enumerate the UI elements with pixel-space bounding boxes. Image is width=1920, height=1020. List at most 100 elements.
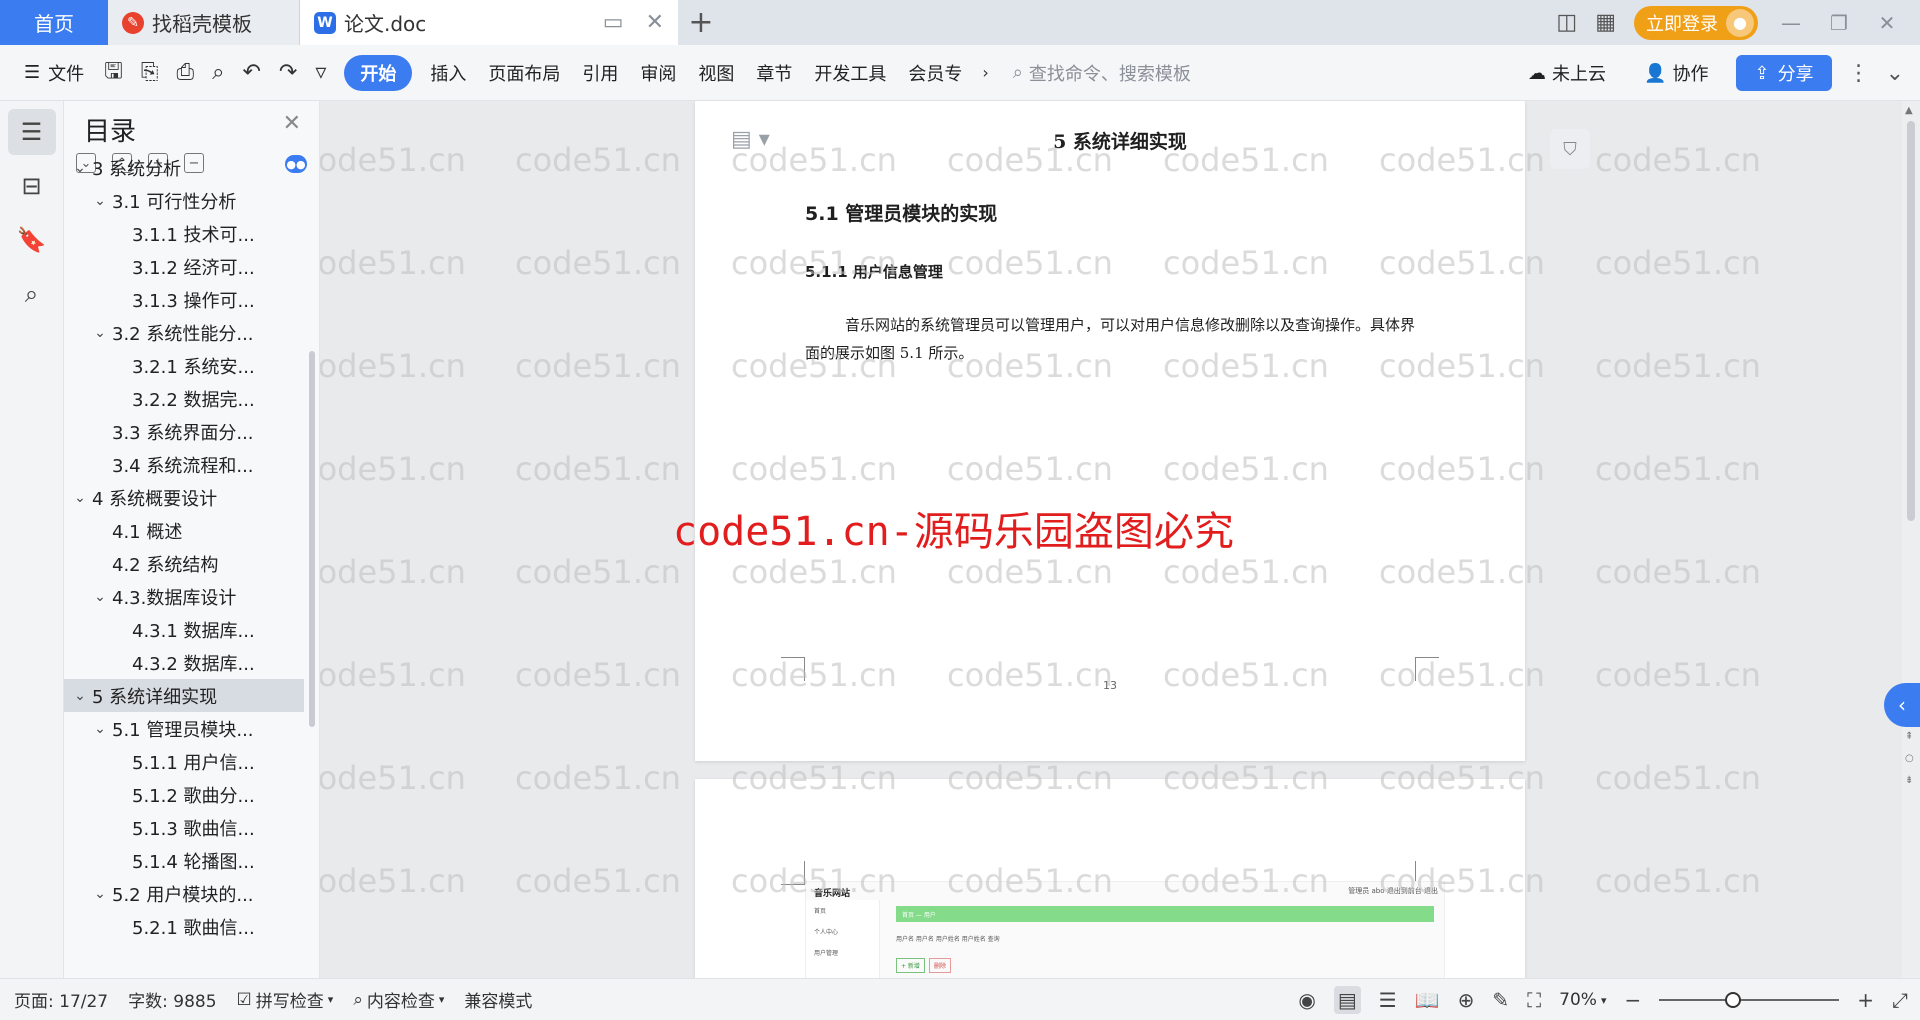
filter-icon[interactable]: ⛉ bbox=[1550, 129, 1590, 169]
page-dot-icon[interactable]: ○ bbox=[1905, 753, 1914, 764]
zoom-in-icon[interactable]: + bbox=[1857, 988, 1874, 1012]
minimize-icon[interactable]: — bbox=[1776, 11, 1806, 35]
toc-panel-icon[interactable]: ☰ bbox=[7, 109, 56, 155]
command-search[interactable]: ⌕ 查找命令、搜索模板 bbox=[1013, 60, 1191, 86]
undo-icon[interactable]: ↶ bbox=[234, 55, 268, 91]
web-view-icon[interactable]: ⊕ bbox=[1458, 988, 1475, 1012]
scroll-thumb[interactable] bbox=[1907, 121, 1915, 521]
tab-insert[interactable]: 插入 bbox=[420, 55, 476, 91]
close-tab-icon[interactable]: ✕ bbox=[646, 10, 664, 35]
word-count[interactable]: 字数: 9885 bbox=[128, 987, 216, 1012]
toc-item[interactable]: ⌄ 5.1 管理员模块... bbox=[64, 712, 304, 745]
document-canvas[interactable]: ▤ ▾ 5 系统详细实现 5.1 管理员模块的实现 5.1.1 用户信息管理 音… bbox=[320, 101, 1920, 978]
zoom-out-icon[interactable]: − bbox=[1624, 988, 1641, 1012]
tab-start[interactable]: 开始 bbox=[344, 54, 413, 91]
navigation-icon[interactable]: ⊟ bbox=[8, 163, 56, 209]
fit-page-icon[interactable]: ⛶ bbox=[1527, 988, 1541, 1012]
toc-item[interactable]: ⌄ 5 系统详细实现 bbox=[64, 679, 304, 712]
tab-review[interactable]: 审阅 bbox=[630, 55, 686, 91]
toc-item[interactable]: 5.1.2 歌曲分... bbox=[64, 778, 304, 811]
vertical-scrollbar[interactable]: ▲ ▼ ⇞ ○ ⇟ bbox=[1902, 101, 1920, 978]
tab-references[interactable]: 引用 bbox=[572, 55, 628, 91]
toc-item[interactable]: 3.3 系统界面分... bbox=[64, 415, 304, 448]
toc-item[interactable]: ⌄ 4 系统概要设计 bbox=[64, 481, 304, 514]
page-view-icon[interactable]: ▤ bbox=[1333, 986, 1361, 1014]
tab-template[interactable]: ✎ 找稻壳模板 bbox=[108, 0, 300, 45]
cloud-status[interactable]: ☁ 未上云 bbox=[1518, 55, 1616, 91]
export-icon[interactable]: ⎘ bbox=[133, 55, 167, 91]
chevron-down-icon[interactable]: ⌄ bbox=[70, 490, 90, 506]
share-button[interactable]: ⇪ 分享 bbox=[1736, 55, 1832, 91]
redo-icon[interactable]: ↷ bbox=[271, 55, 305, 91]
toc-item[interactable]: 5.1.1 用户信... bbox=[64, 745, 304, 778]
print-preview-icon[interactable]: ⌕ bbox=[204, 55, 232, 91]
monitor-icon[interactable]: ▭ bbox=[603, 10, 624, 35]
write-mode-icon[interactable]: ✎ bbox=[1492, 988, 1509, 1012]
scroll-up-icon[interactable]: ▲ bbox=[1905, 105, 1913, 116]
more-dropdown-icon[interactable]: ▿ bbox=[307, 55, 334, 91]
tab-member[interactable]: 会员专 bbox=[898, 55, 972, 91]
toc-item[interactable]: 5.2.1 歌曲信... bbox=[64, 910, 304, 943]
chevron-down-icon[interactable]: ⌄ bbox=[70, 160, 90, 176]
tab-home[interactable]: 首页 bbox=[0, 0, 108, 45]
chevron-down-icon[interactable]: ⌄ bbox=[90, 325, 110, 341]
file-menu[interactable]: ☰ 文件 bbox=[14, 55, 94, 91]
toc-item[interactable]: 4.3.1 数据库... bbox=[64, 613, 304, 646]
collapse-ribbon-icon[interactable]: ⌄ bbox=[1886, 61, 1904, 86]
bookmark-icon[interactable]: 🔖 bbox=[8, 217, 56, 263]
toc-item[interactable]: ⌄ 3.1 可行性分析 bbox=[64, 184, 304, 217]
outline-view-icon[interactable]: ☰ bbox=[1379, 988, 1397, 1012]
toc-item[interactable]: 3.1.2 经济可... bbox=[64, 250, 304, 283]
close-toc-icon[interactable]: ✕ bbox=[283, 111, 301, 136]
restore-icon[interactable]: ❐ bbox=[1824, 11, 1854, 35]
tab-view[interactable]: 视图 bbox=[688, 55, 744, 91]
toc-item[interactable]: 4.2 系统结构 bbox=[64, 547, 304, 580]
tab-section[interactable]: 章节 bbox=[746, 55, 802, 91]
reading-layout-icon[interactable]: ◫ bbox=[1556, 10, 1577, 35]
zoom-level[interactable]: 70% ▾ bbox=[1559, 990, 1606, 1010]
chevron-down-icon[interactable]: ⌄ bbox=[90, 721, 110, 737]
next-page-icon[interactable]: ⇟ bbox=[1905, 775, 1913, 786]
spell-check[interactable]: ☑ 拼写检查 ▾ bbox=[237, 987, 334, 1013]
toc-item[interactable]: 5.1.3 歌曲信... bbox=[64, 811, 304, 844]
login-button[interactable]: 立即登录 ● bbox=[1634, 5, 1758, 40]
chevron-down-icon[interactable]: ⌄ bbox=[90, 589, 110, 605]
toc-item[interactable]: ⌄ 5.2 用户模块的... bbox=[64, 877, 304, 910]
toc-item[interactable]: 3.2.1 系统安... bbox=[64, 349, 304, 382]
page-13[interactable]: ▤ ▾ 5 系统详细实现 5.1 管理员模块的实现 5.1.1 用户信息管理 音… bbox=[695, 101, 1525, 761]
toc-scrollbar[interactable] bbox=[309, 351, 315, 727]
print-icon[interactable]: ⎙ bbox=[169, 55, 203, 91]
content-check[interactable]: ⌕ 内容检查 ▾ bbox=[353, 987, 444, 1013]
chevron-right-icon[interactable]: › bbox=[974, 55, 996, 91]
chevron-down-icon[interactable]: ⌄ bbox=[70, 688, 90, 704]
toc-item[interactable]: ⌄ 3.2 系统性能分... bbox=[64, 316, 304, 349]
close-window-icon[interactable]: ✕ bbox=[1872, 11, 1902, 35]
page-indicator[interactable]: 页面: 17/27 bbox=[14, 987, 108, 1012]
find-icon[interactable]: ⌕ bbox=[8, 271, 56, 317]
toc-item[interactable]: 4.1 概述 bbox=[64, 514, 304, 547]
tab-developer[interactable]: 开发工具 bbox=[804, 55, 896, 91]
more-options-icon[interactable]: ⋮ bbox=[1848, 61, 1870, 86]
expand-side-panel-icon[interactable]: ‹ bbox=[1884, 683, 1920, 727]
new-tab-button[interactable]: + bbox=[678, 0, 724, 45]
collab-button[interactable]: 👤 协作 bbox=[1634, 55, 1718, 91]
prev-page-icon[interactable]: ⇞ bbox=[1905, 731, 1913, 742]
eye-protection-icon[interactable]: ◉ bbox=[1298, 988, 1315, 1012]
toc-item[interactable]: 3.1.1 技术可... bbox=[64, 217, 304, 250]
zoom-slider[interactable] bbox=[1659, 990, 1840, 1010]
toc-item[interactable]: 3.4 系统流程和... bbox=[64, 448, 304, 481]
fullscreen-icon[interactable]: ⤢ bbox=[1892, 988, 1908, 1012]
chevron-down-icon[interactable]: ⌄ bbox=[90, 193, 110, 209]
tab-page-layout[interactable]: 页面布局 bbox=[478, 55, 570, 91]
chevron-down-icon[interactable]: ⌄ bbox=[90, 886, 110, 902]
toc-item[interactable]: 3.1.3 操作可... bbox=[64, 283, 304, 316]
tab-document[interactable]: W 论文.doc ▭ ✕ bbox=[300, 0, 678, 45]
toc-item[interactable]: ⌄ 3 系统分析 bbox=[64, 151, 304, 184]
toc-item[interactable]: ⌄ 4.3.数据库设计 bbox=[64, 580, 304, 613]
apps-grid-icon[interactable]: ▦ bbox=[1595, 10, 1616, 35]
zoom-knob[interactable] bbox=[1725, 992, 1742, 1008]
toc-item[interactable]: 5.1.4 轮播图... bbox=[64, 844, 304, 877]
toc-item[interactable]: 4.3.2 数据库... bbox=[64, 646, 304, 679]
page-14[interactable]: 音乐网站 管理员 abo 退出到前台 退出 首页 个人中心 用户管理 首页 — … bbox=[695, 779, 1525, 978]
compat-mode[interactable]: 兼容模式 bbox=[464, 987, 532, 1012]
